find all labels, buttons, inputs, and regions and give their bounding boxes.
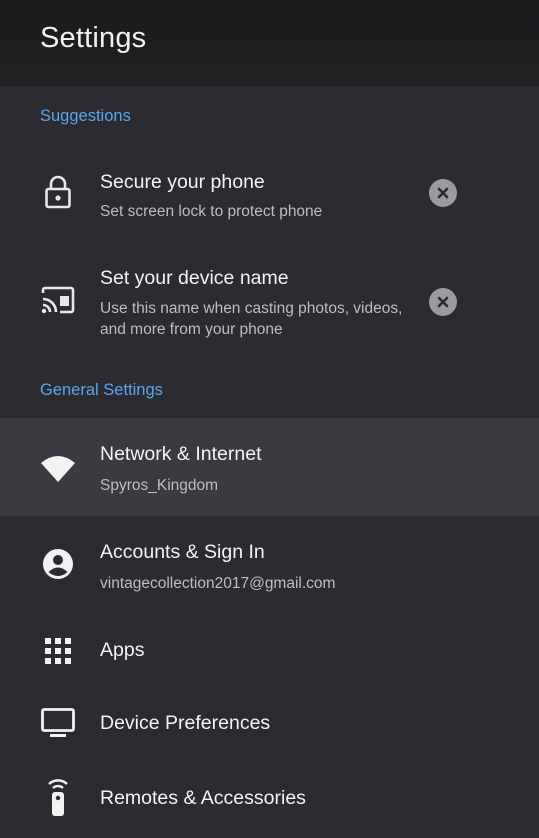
dismiss-device-name-button[interactable] — [429, 288, 457, 316]
page-title: Settings — [40, 22, 147, 54]
settings-item-title: Remotes & Accessories — [100, 787, 306, 809]
cast-icon — [40, 282, 76, 318]
settings-item-title: Network & Internet — [100, 443, 262, 465]
settings-item-accounts[interactable]: Accounts & Sign In vintagecollection2017… — [0, 516, 539, 612]
settings-item-network[interactable]: Network & Internet Spyros_Kingdom — [0, 418, 539, 516]
suggestion-subtitle: Use this name when casting photos, video… — [100, 300, 403, 338]
remote-icon — [40, 776, 76, 818]
app-header: Settings — [0, 0, 539, 86]
suggestion-title: Set your device name — [100, 267, 289, 289]
settings-item-subtitle: vintagecollection2017@gmail.com — [100, 575, 336, 592]
settings-item-device-preferences[interactable]: Device Preferences — [0, 688, 539, 758]
suggestion-subtitle: Set screen lock to protect phone — [100, 203, 323, 220]
settings-item-title: Apps — [100, 639, 145, 661]
wifi-icon — [40, 450, 76, 486]
account-icon — [40, 546, 76, 582]
close-icon — [437, 296, 449, 308]
settings-item-title: Device Preferences — [100, 712, 271, 734]
tv-icon — [40, 705, 76, 741]
settings-item-title: Accounts & Sign In — [100, 541, 265, 563]
apps-grid-icon — [40, 633, 76, 669]
suggestion-device-name[interactable]: Set your device name Use this name when … — [0, 254, 539, 346]
suggestion-secure-phone[interactable]: Secure your phone Set screen lock to pro… — [0, 158, 539, 230]
section-header-suggestions: Suggestions — [40, 107, 131, 125]
settings-list: Suggestions Secure your phone Set screen… — [0, 86, 539, 838]
settings-item-subtitle: Spyros_Kingdom — [100, 477, 219, 494]
settings-item-remotes[interactable]: Remotes & Accessories — [0, 762, 539, 832]
close-icon — [437, 187, 449, 199]
settings-item-apps[interactable]: Apps — [0, 616, 539, 686]
dismiss-secure-phone-button[interactable] — [429, 179, 457, 207]
lock-icon — [40, 174, 76, 210]
suggestion-title: Secure your phone — [100, 171, 265, 193]
section-header-general: General Settings — [40, 381, 163, 399]
